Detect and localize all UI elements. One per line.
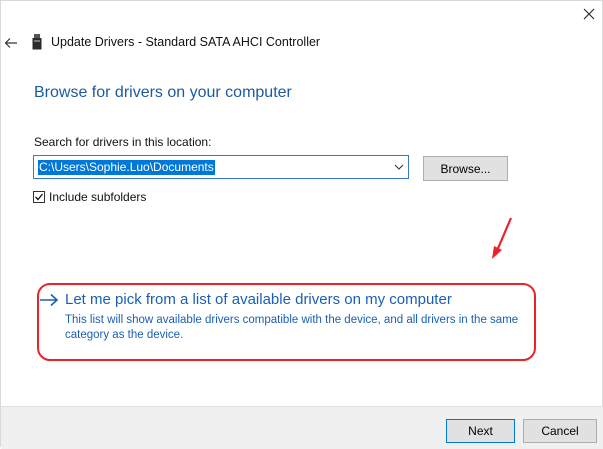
back-button[interactable] (3, 35, 19, 51)
arrow-right-icon (40, 293, 59, 307)
update-drivers-window: Update Drivers - Standard SATA AHCI Cont… (0, 0, 603, 449)
pick-option-title[interactable]: Let me pick from a list of available dri… (65, 291, 452, 308)
next-button[interactable]: Next (446, 419, 515, 443)
dialog-header: Update Drivers - Standard SATA AHCI Cont… (1, 31, 602, 55)
page-title: Browse for drivers on your computer (34, 84, 292, 101)
include-subfolders-label: Include subfolders (49, 190, 147, 204)
cancel-button[interactable]: Cancel (523, 419, 597, 443)
checkbox-box[interactable] (33, 191, 45, 203)
search-location-label: Search for drivers in this location: (34, 135, 212, 149)
annotation-arrow-icon (492, 217, 513, 259)
include-subfolders-checkbox[interactable]: Include subfolders (33, 189, 146, 205)
pick-option-description[interactable]: This list will show available drivers co… (65, 313, 530, 343)
close-button[interactable] (575, 3, 603, 25)
usb-device-icon (32, 34, 42, 50)
checkmark-icon (35, 193, 44, 201)
close-icon (583, 8, 595, 20)
dialog-title: Update Drivers - Standard SATA AHCI Cont… (51, 35, 321, 49)
back-arrow-icon (4, 38, 17, 48)
driver-path-combobox[interactable]: C:\Users\Sophie.Luo\Documents (33, 155, 409, 179)
chevron-down-icon[interactable] (394, 163, 404, 171)
dialog-footer: Next Cancel (1, 406, 603, 449)
driver-path-value[interactable]: C:\Users\Sophie.Luo\Documents (38, 160, 215, 175)
browse-button[interactable]: Browse... (423, 156, 508, 181)
